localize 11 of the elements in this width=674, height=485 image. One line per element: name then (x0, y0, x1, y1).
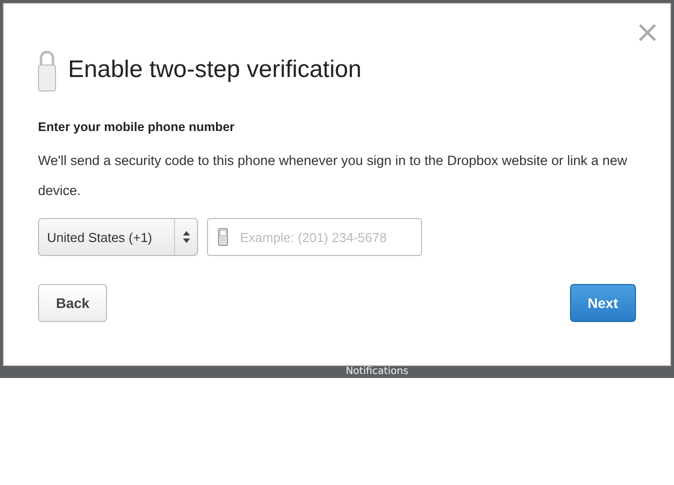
country-select[interactable]: United States (+1) (38, 218, 198, 256)
next-button[interactable]: Next (570, 284, 636, 322)
phone-icon (218, 228, 228, 246)
lock-icon (38, 48, 56, 92)
background-label: Notifications (346, 366, 408, 378)
back-button[interactable]: Back (38, 284, 108, 322)
stepper-icon (182, 231, 190, 243)
section-heading: Enter your mobile phone number (38, 120, 236, 134)
phone-field[interactable]: Example: (201) 234-5678 (207, 218, 422, 256)
dialog-title: Enable two-step verification (68, 56, 362, 84)
description: We'll send a security code to this phone whenever you sign in to the Dropbox website or link a new device. (38, 152, 628, 200)
